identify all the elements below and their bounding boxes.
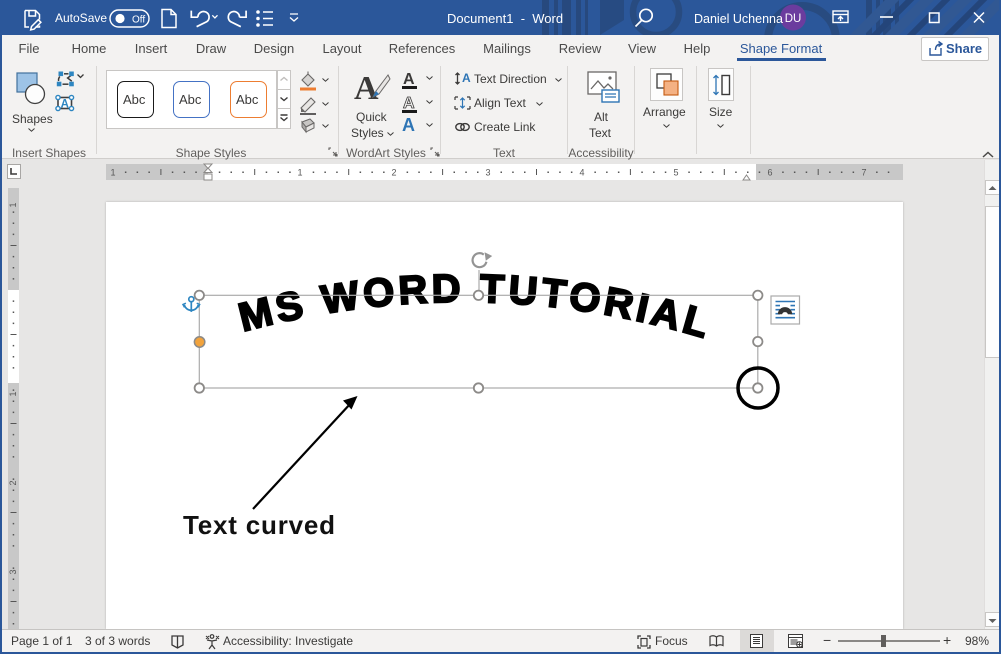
svg-text:Off: Off	[132, 15, 145, 26]
svg-text:6: 6	[767, 168, 772, 178]
svg-text:A: A	[403, 95, 415, 112]
svg-text:A: A	[403, 71, 415, 88]
svg-text:5: 5	[673, 168, 678, 178]
svg-text:A: A	[462, 71, 471, 85]
svg-text:1: 1	[8, 391, 18, 396]
svg-text:A: A	[61, 99, 69, 111]
svg-text:1: 1	[110, 168, 115, 178]
svg-text:A: A	[402, 115, 415, 132]
svg-text:1: 1	[297, 168, 302, 178]
svg-text:A: A	[354, 70, 379, 107]
svg-text:2: 2	[391, 168, 396, 178]
svg-text:3: 3	[485, 168, 490, 178]
svg-text:DU: DU	[785, 13, 802, 25]
svg-text:Text curved: Text curved	[183, 510, 336, 540]
svg-text:MS WORD TUTORIAL: MS WORD TUTORIAL	[234, 267, 717, 348]
svg-text:4: 4	[579, 168, 584, 178]
svg-text:3: 3	[8, 569, 18, 574]
svg-text:7: 7	[861, 168, 866, 178]
svg-text:2: 2	[8, 480, 18, 485]
svg-text:1: 1	[8, 202, 18, 207]
